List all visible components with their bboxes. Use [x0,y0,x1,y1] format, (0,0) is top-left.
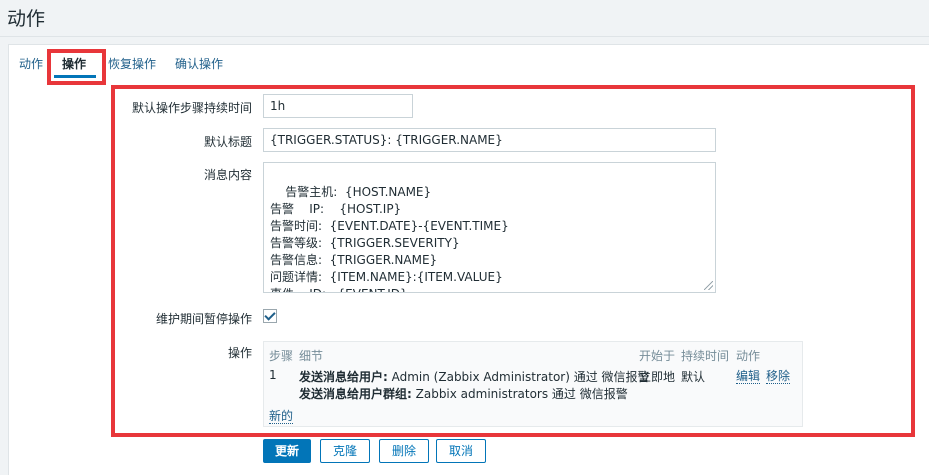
row-duration: 默认 [681,370,706,384]
subject-label: 默认标题 [203,135,252,149]
step-duration-input[interactable] [263,94,413,118]
row-step: 1 [269,368,277,382]
col-duration: 持续时间 [681,349,730,363]
update-button[interactable]: 更新 [263,439,311,463]
col-details: 细节 [299,349,324,363]
message-label: 消息内容 [203,168,252,182]
message-textarea[interactable]: 告警主机: {HOST.NAME} 告警 IP: {HOST.IP} 告警时间:… [263,162,716,293]
row-start: 立即地 [639,370,676,384]
operations-table: 步骤 细节 开始于 持续时间 动作 1 发送消息给用户: Admin (Zabb… [263,341,803,427]
step-duration-label: 默认操作步骤持续时间 [131,101,252,115]
row-detail-user: 发送消息给用户: Admin (Zabbix Administrator) 通过… [299,368,650,385]
resize-grip-icon[interactable] [704,281,713,290]
operations-label: 操作 [227,346,252,360]
col-step: 步骤 [269,349,294,363]
detail-user-bold: 发送消息给用户: [299,370,388,384]
tab-acknowledge-operations[interactable]: 确认操作 [175,55,223,72]
subject-input[interactable] [263,128,716,152]
col-action: 动作 [736,349,761,363]
tab-recovery-operations[interactable]: 恢复操作 [108,55,156,72]
detail-group-text: Zabbix administrators 通过 微信报警 [411,387,628,401]
detail-user-text: Admin (Zabbix Administrator) 通过 微信报警 [387,370,650,384]
pause-checkbox[interactable] [263,309,277,323]
tab-action[interactable]: 动作 [19,55,43,72]
delete-button[interactable]: 删除 [379,439,429,463]
action-form-panel: 动作 操作 恢复操作 确认操作 默认操作步骤持续时间 默认标题 消息内容 告警主… [8,44,929,475]
col-start: 开始于 [639,349,676,363]
page-title: 动作 [7,8,46,30]
remove-link[interactable]: 移除 [766,369,791,384]
detail-group-bold: 发送消息给用户群组: [299,387,412,401]
message-text: 告警主机: {HOST.NAME} 告警 IP: {HOST.IP} 告警时间:… [270,185,509,292]
cancel-button[interactable]: 取消 [436,439,486,463]
edit-link[interactable]: 编辑 [736,369,761,384]
tab-operations[interactable]: 操作 [62,55,86,72]
new-operation-link[interactable]: 新的 [269,409,294,424]
title-divider [0,36,929,37]
row-detail-group: 发送消息给用户群组: Zabbix administrators 通过 微信报警 [299,385,628,402]
pause-label: 维护期间暂停操作 [155,312,252,326]
active-tab-indicator [54,75,96,78]
clone-button[interactable]: 克隆 [320,439,370,463]
